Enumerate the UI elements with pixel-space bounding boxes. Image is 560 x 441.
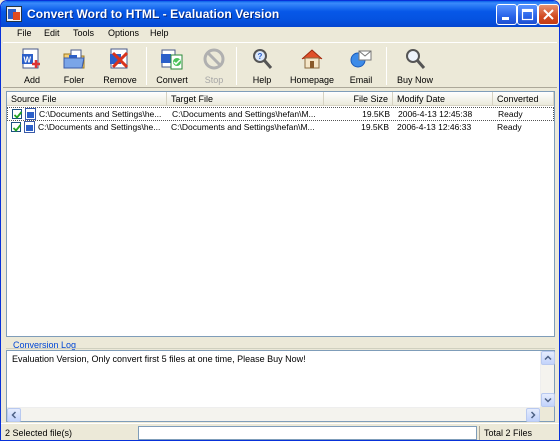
- email-button[interactable]: Email: [342, 46, 380, 88]
- menu-help[interactable]: Help: [150, 28, 169, 38]
- column-converted[interactable]: Converted: [493, 92, 554, 106]
- menu-options[interactable]: Options: [108, 28, 139, 38]
- arrow-left-icon: [11, 411, 17, 419]
- scrollbar-corner: [540, 407, 554, 421]
- app-window: Convert Word to HTML - Evaluation Versio…: [0, 0, 560, 441]
- close-button[interactable]: [538, 4, 559, 25]
- selected-files-status: 2 Selected file(s): [5, 428, 73, 438]
- homepage-button[interactable]: Homepage: [287, 46, 337, 88]
- target-file-cell: C:\Documents and Settings\hefan\M...: [172, 109, 316, 119]
- add-button[interactable]: W Add: [9, 46, 55, 88]
- column-modify-date[interactable]: Modify Date: [393, 92, 493, 106]
- conversion-log-box[interactable]: Evaluation Version, Only convert first 5…: [6, 350, 555, 422]
- minimize-button[interactable]: [496, 4, 517, 25]
- converted-status-cell: Ready: [498, 109, 523, 119]
- maximize-button[interactable]: [517, 4, 538, 25]
- table-row[interactable]: C:\Documents and Settings\he... C:\Docum…: [7, 107, 554, 121]
- remove-file-icon: [110, 48, 129, 69]
- email-label: Email: [349, 75, 373, 85]
- row-checkbox[interactable]: [12, 109, 23, 119]
- column-target-file[interactable]: Target File: [167, 92, 324, 106]
- convert-button[interactable]: Convert: [150, 46, 194, 88]
- stop-icon: [203, 48, 225, 70]
- file-size-cell: 19.5KB: [362, 109, 390, 119]
- scroll-up-button[interactable]: [541, 351, 555, 365]
- file-size-cell: 19.5KB: [361, 122, 389, 132]
- checkmark-icon: [13, 111, 23, 119]
- source-file-cell: C:\Documents and Settings\he...: [38, 122, 161, 132]
- file-list-header: Source File Target File File Size Modify…: [7, 92, 554, 106]
- stop-button[interactable]: Stop: [196, 46, 232, 88]
- modify-date-cell: 2006-4-13 12:46:33: [397, 122, 472, 132]
- homepage-label: Homepage: [289, 75, 335, 85]
- folder-icon: [63, 49, 85, 69]
- target-file-cell: C:\Documents and Settings\hefan\M...: [171, 122, 315, 132]
- maximize-icon: [521, 8, 534, 21]
- row-checkbox[interactable]: [11, 122, 22, 132]
- scroll-left-button[interactable]: [7, 408, 21, 422]
- log-message: Evaluation Version, Only convert first 5…: [12, 354, 306, 364]
- help-magnifier-icon: ?: [253, 49, 273, 69]
- arrow-down-icon: [544, 397, 552, 403]
- minimize-icon: [502, 17, 509, 20]
- window-title: Convert Word to HTML - Evaluation Versio…: [27, 7, 280, 21]
- arrow-up-icon: [544, 355, 552, 361]
- help-button[interactable]: ? Help: [243, 46, 281, 88]
- convert-icon: [161, 49, 183, 70]
- toolbar: W Add Foler Remove Convert Stop ? Help H…: [3, 42, 557, 88]
- menu-file[interactable]: File: [17, 28, 32, 38]
- convert-label: Convert: [156, 75, 188, 85]
- buy-magnifier-icon: [406, 49, 426, 69]
- scroll-right-button[interactable]: [526, 408, 540, 422]
- source-file-cell: C:\Documents and Settings\he...: [39, 109, 162, 119]
- log-vertical-scrollbar[interactable]: [540, 351, 555, 407]
- status-separator: [479, 426, 480, 440]
- buy-now-button[interactable]: Buy Now: [392, 46, 438, 88]
- stop-label: Stop: [204, 75, 224, 85]
- buy-now-label: Buy Now: [396, 75, 433, 85]
- progress-bar: [138, 426, 477, 440]
- column-file-size[interactable]: File Size: [324, 92, 393, 106]
- svg-text:?: ?: [258, 52, 263, 61]
- modify-date-cell: 2006-4-13 12:45:38: [398, 109, 473, 119]
- remove-label: Remove: [103, 75, 137, 85]
- home-icon: [301, 49, 323, 69]
- title-bar[interactable]: Convert Word to HTML - Evaluation Versio…: [1, 1, 559, 27]
- file-list[interactable]: Source File Target File File Size Modify…: [6, 91, 555, 337]
- menu-bar: File Edit Tools Options Help: [3, 27, 557, 41]
- word-document-icon: [24, 121, 35, 133]
- menu-tools[interactable]: Tools: [73, 28, 94, 38]
- log-horizontal-scrollbar[interactable]: [7, 407, 540, 422]
- svg-text:W: W: [24, 56, 32, 65]
- remove-button[interactable]: Remove: [97, 46, 143, 88]
- folder-button[interactable]: Foler: [53, 46, 95, 88]
- word-document-icon: [25, 108, 36, 120]
- status-bar: 2 Selected file(s) Total 2 Files: [1, 423, 559, 440]
- help-label: Help: [252, 75, 272, 85]
- menu-edit[interactable]: Edit: [44, 28, 60, 38]
- email-icon: [350, 50, 372, 68]
- log-divider: [6, 348, 555, 349]
- column-source-file[interactable]: Source File: [7, 92, 167, 106]
- add-file-icon: W: [22, 48, 40, 69]
- add-label: Add: [23, 75, 40, 85]
- toolbar-separator: [236, 47, 237, 85]
- converted-status-cell: Ready: [497, 122, 522, 132]
- folder-label: Foler: [63, 75, 85, 85]
- toolbar-separator: [386, 47, 387, 85]
- table-row[interactable]: C:\Documents and Settings\he... C:\Docum…: [7, 121, 554, 135]
- total-files-status: Total 2 Files: [484, 428, 533, 438]
- scroll-down-button[interactable]: [541, 393, 555, 407]
- word-to-html-app-icon: [6, 6, 22, 22]
- arrow-right-icon: [530, 411, 536, 419]
- toolbar-separator: [146, 47, 147, 85]
- checkmark-icon: [12, 124, 22, 132]
- close-icon: [543, 9, 554, 20]
